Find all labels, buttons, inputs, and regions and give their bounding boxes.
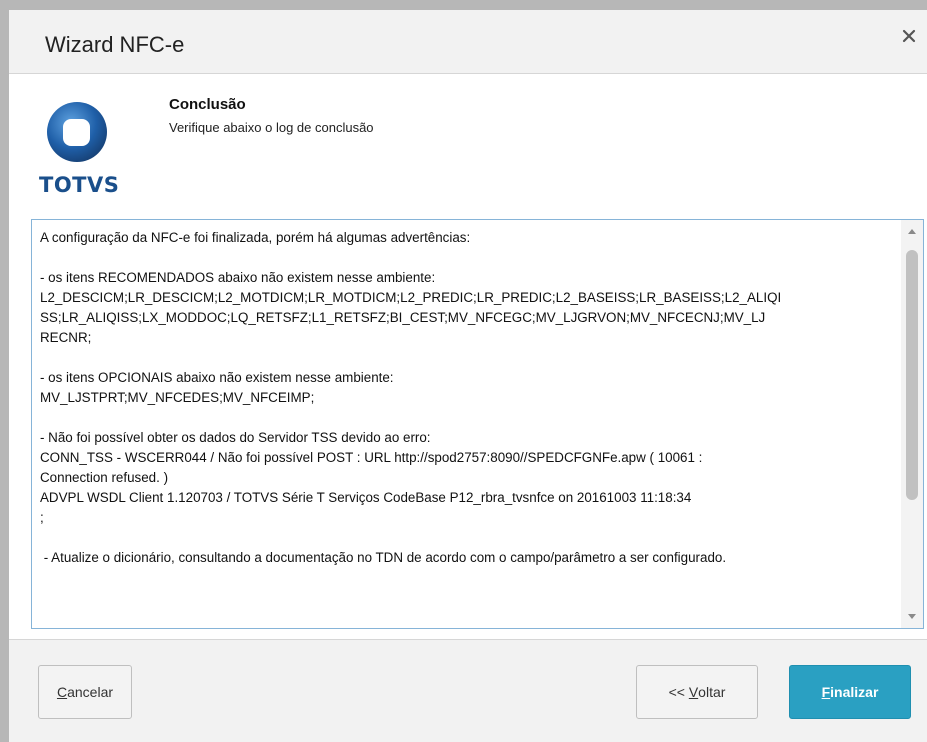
- dialog-title: Wizard NFC-e: [45, 32, 185, 57]
- close-icon[interactable]: [901, 28, 917, 44]
- back-mnemonic: V: [688, 684, 699, 700]
- log-scrollbar[interactable]: [901, 220, 923, 628]
- cancel-label: ancelar: [67, 684, 114, 700]
- log-line: - Atualize o dicionário, consultando a d…: [40, 550, 727, 565]
- log-text: A configuração da NFC-e foi finalizada, …: [40, 228, 896, 568]
- finish-label: inalizar: [830, 684, 879, 700]
- cancel-button[interactable]: Cancelar: [38, 665, 132, 719]
- log-line: RECNR;: [40, 330, 92, 345]
- cancel-mnemonic: C: [56, 684, 68, 700]
- log-line: MV_LJSTPRT;MV_NFCEDES;MV_NFCEIMP;: [40, 390, 315, 405]
- log-line: L2_DESCICM;LR_DESCICM;L2_MOTDICM;LR_MOTD…: [40, 290, 782, 305]
- back-label: oltar: [698, 684, 726, 700]
- log-line: - os itens RECOMENDADOS abaixo não exist…: [40, 270, 436, 285]
- step-subtitle: Verifique abaixo o log de conclusão: [169, 120, 374, 135]
- wizard-dialog: Wizard NFC-e TOTVS Conclusão Verifique a…: [9, 10, 927, 742]
- scroll-thumb[interactable]: [906, 250, 918, 500]
- log-line: - Não foi possível obter os dados do Ser…: [40, 430, 431, 445]
- wizard-footer: Cancelar << Voltar Finalizar: [9, 640, 927, 742]
- log-line: ;: [40, 510, 44, 525]
- finish-mnemonic: F: [821, 684, 831, 700]
- log-line: ADVPL WSDL Client 1.120703 / TOTVS Série…: [40, 490, 692, 505]
- scroll-down-arrow-icon[interactable]: [906, 612, 918, 622]
- log-line: Connection refused. ): [40, 470, 169, 485]
- step-title: Conclusão: [169, 96, 246, 113]
- totvs-logo: TOTVS: [39, 92, 119, 197]
- scroll-up-arrow-icon[interactable]: [906, 226, 918, 236]
- wizard-content: TOTVS Conclusão Verifique abaixo o log d…: [9, 74, 927, 640]
- back-prefix: <<: [668, 684, 689, 700]
- dialog-titlebar: Wizard NFC-e: [9, 10, 927, 74]
- logo-text: TOTVS: [39, 173, 120, 197]
- log-line: SS;LR_ALIQISS;LX_MODDOC;LQ_RETSFZ;L1_RET…: [40, 310, 766, 325]
- log-line: CONN_TSS - WSCERR044 / Não foi possível …: [40, 450, 703, 465]
- conclusion-log[interactable]: A configuração da NFC-e foi finalizada, …: [31, 219, 924, 629]
- finish-button[interactable]: Finalizar: [789, 665, 911, 719]
- back-button[interactable]: << Voltar: [636, 665, 758, 719]
- log-line: - os itens OPCIONAIS abaixo não existem …: [40, 370, 394, 385]
- totvs-logo-icon: [47, 102, 107, 162]
- log-line: A configuração da NFC-e foi finalizada, …: [40, 230, 471, 245]
